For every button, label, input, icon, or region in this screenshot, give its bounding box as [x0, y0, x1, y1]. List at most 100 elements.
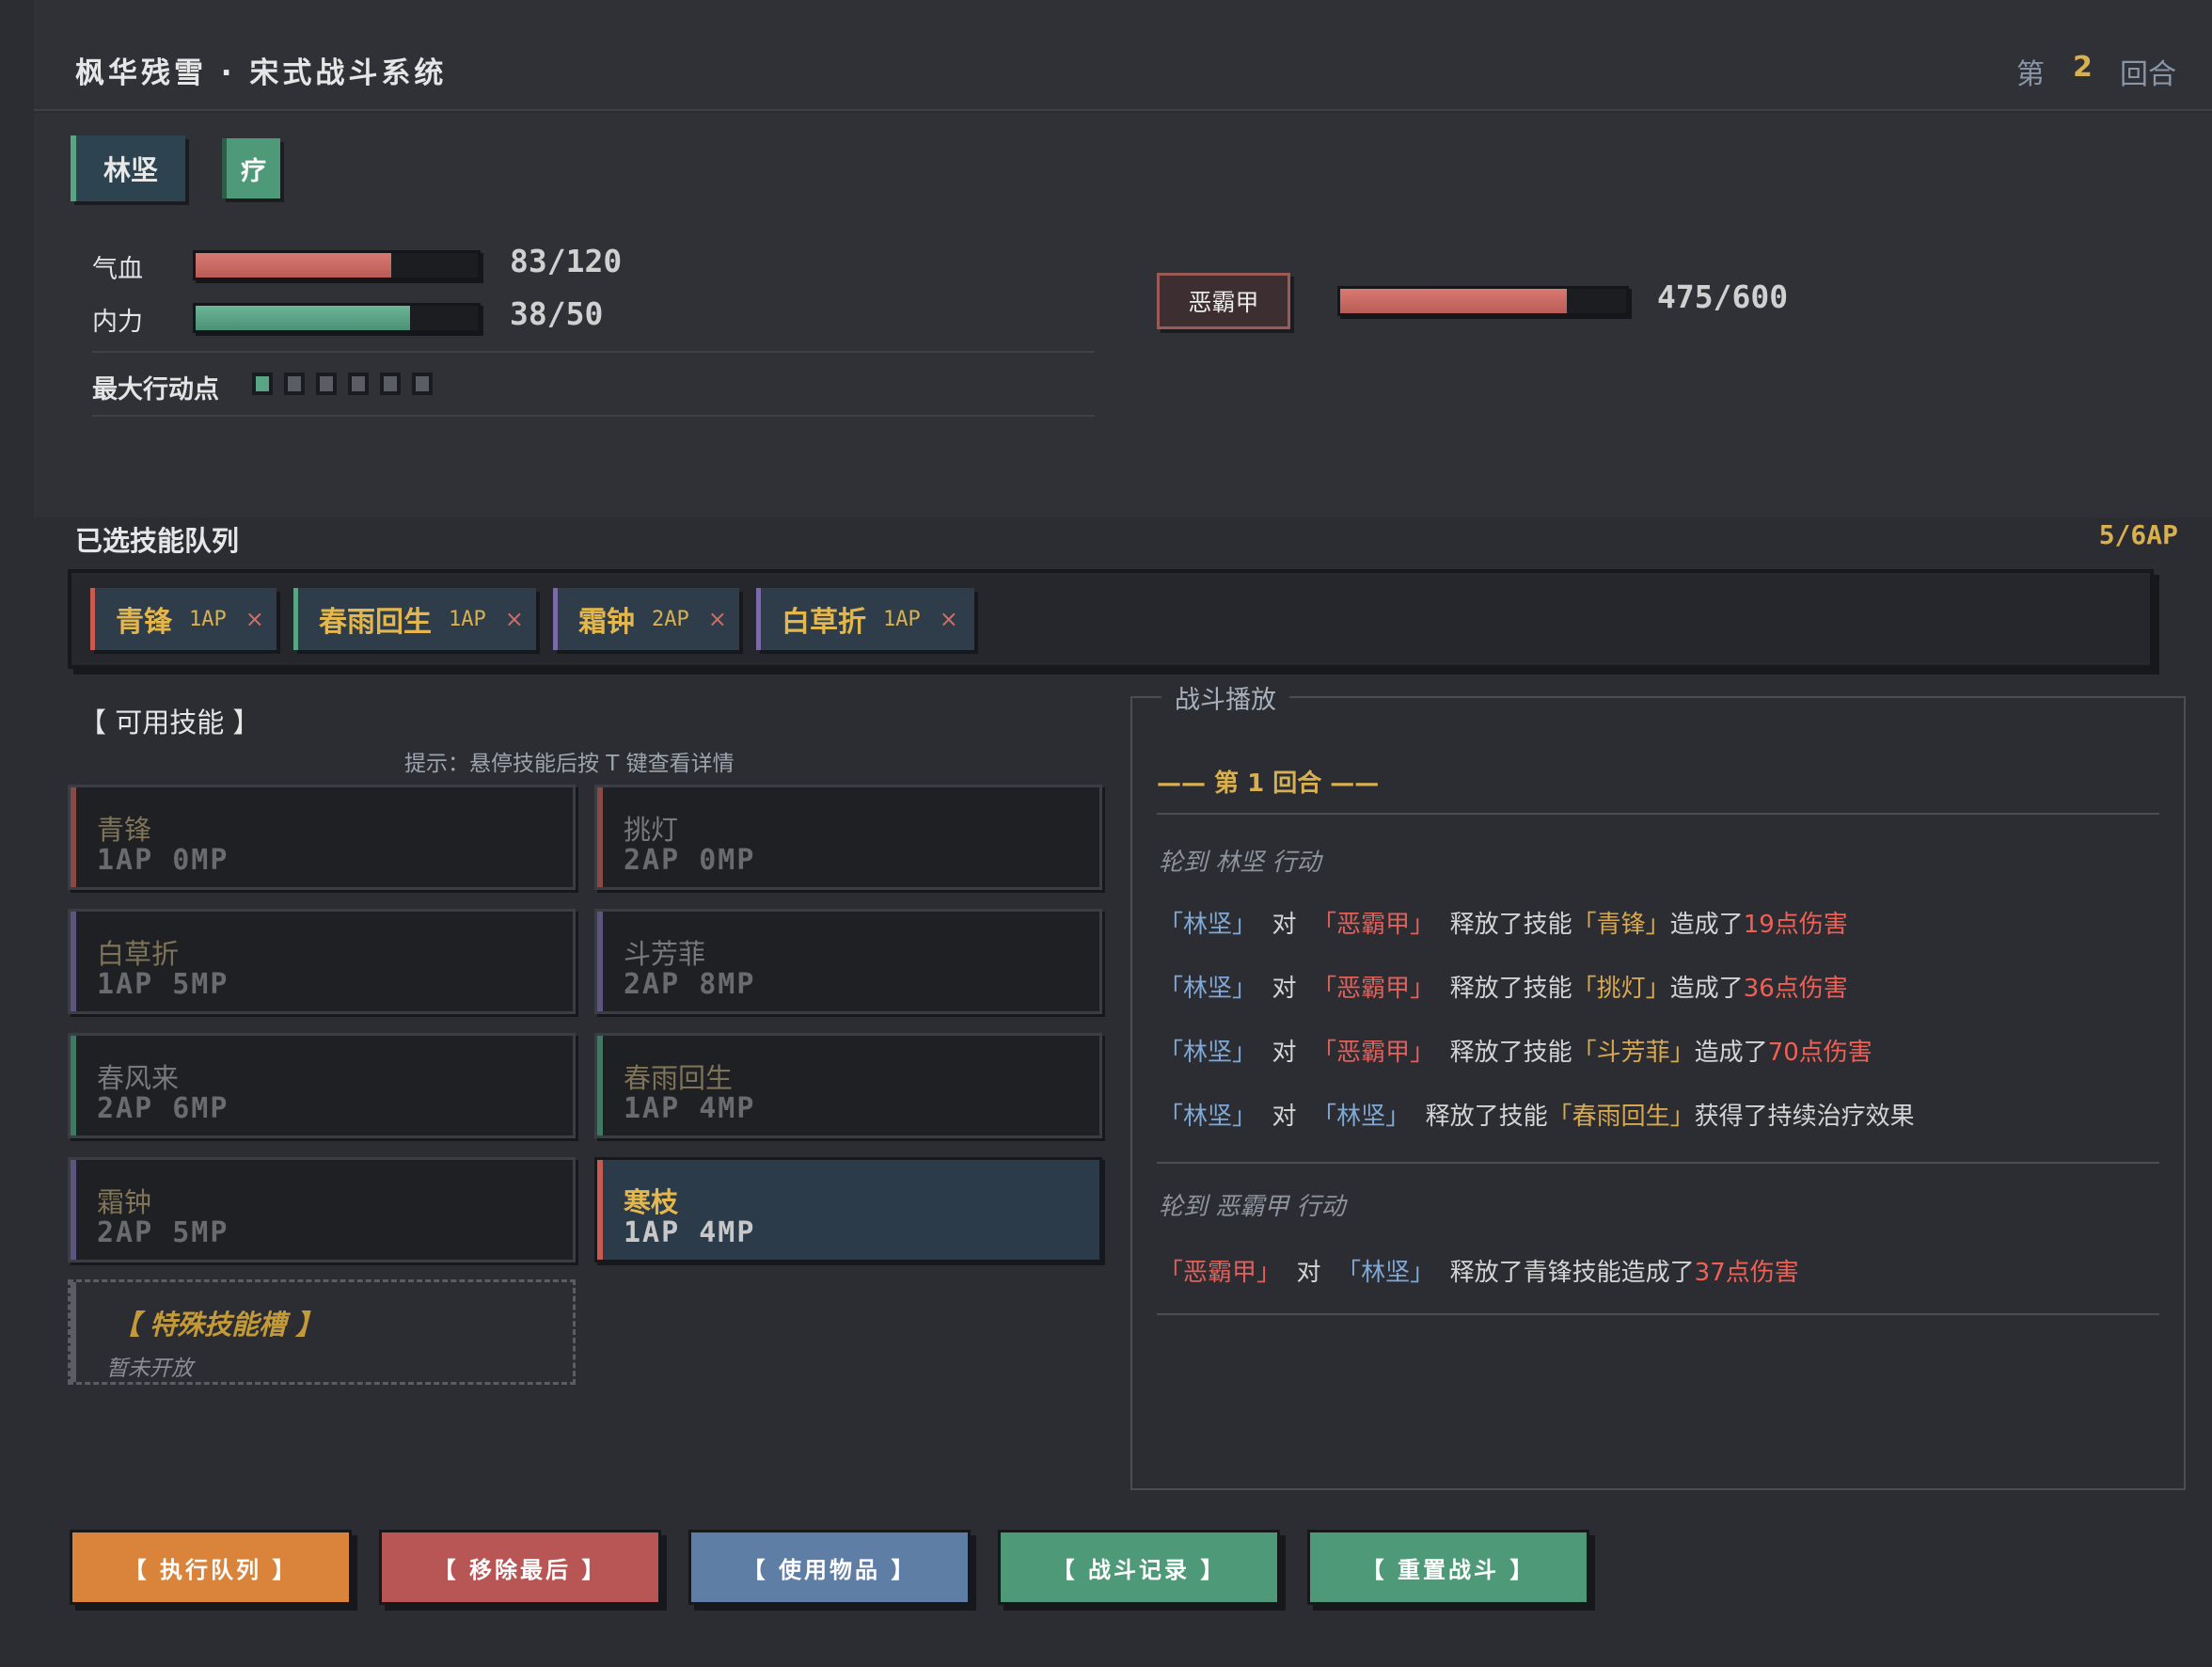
slot-accent [71, 1282, 76, 1382]
skill-accent [597, 1160, 603, 1260]
special-skill-slot: 【 特殊技能槽 】 暂未开放 [68, 1279, 576, 1385]
queue-skill-name: 霜钟 [578, 606, 635, 639]
divider [92, 415, 1095, 417]
skill-card[interactable]: 寒枝 1AP 4MP [594, 1157, 1102, 1262]
log-turn-enemy: 轮到 恶霸甲 行动 [1159, 1193, 1346, 1221]
skill-cost: 1AP 0MP [97, 844, 229, 877]
log-connector: 对 [1296, 1259, 1321, 1287]
log-entry-enemy: 「恶霸甲」 对 「林坚」 释放了青锋技能造成了37点伤害 [1159, 1253, 1799, 1288]
log-actor: 「林坚」 [1159, 1039, 1257, 1067]
skill-card[interactable]: 斗芳菲 2AP 8MP [594, 909, 1102, 1014]
skill-accent [71, 1036, 76, 1135]
hp-bar [193, 250, 481, 280]
log-result: 获得了持续治疗效果 [1694, 1103, 1915, 1131]
log-target: 「林坚」 [1312, 1103, 1411, 1131]
queue-skill-name: 青锋 [116, 606, 172, 639]
round-suffix: 回合 [2120, 58, 2176, 91]
log-result: 造成了 [1694, 1039, 1768, 1067]
remove-icon[interactable]: × [245, 606, 264, 632]
log-damage: 37点伤害 [1694, 1259, 1799, 1287]
skill-cost: 2AP 6MP [97, 1092, 229, 1125]
log-actor: 「恶霸甲」 [1159, 1259, 1282, 1287]
skill-card[interactable]: 春雨回生 1AP 4MP [594, 1033, 1102, 1138]
heal-status-badge[interactable]: 疗 [222, 138, 280, 198]
skill-accent [71, 787, 76, 887]
divider [1157, 1162, 2159, 1164]
use-item-button[interactable]: 【 使用物品 】 [688, 1530, 971, 1605]
skills-hint: 提示：悬停技能后按 T 键查看详情 [404, 752, 735, 776]
round-number: 2 [2073, 51, 2093, 84]
ap-pip [316, 373, 337, 395]
queue-skill-name: 春雨回生 [319, 606, 432, 639]
skill-name: 斗芳菲 [624, 938, 706, 970]
log-connector: 对 [1272, 975, 1297, 1003]
remove-icon[interactable]: × [505, 606, 524, 632]
queue-title: 已选技能队列 [75, 525, 240, 557]
skill-name: 春风来 [97, 1062, 180, 1094]
log-verb: 释放了技能 [1449, 1039, 1572, 1067]
log-target: 「恶霸甲」 [1312, 1039, 1435, 1067]
execute-queue-button[interactable]: 【 执行队列 】 [70, 1530, 352, 1605]
skill-name: 挑灯 [624, 814, 679, 846]
log-verb: 释放了技能 [1449, 975, 1572, 1003]
queue-chip[interactable]: 霜钟 2AP × [553, 588, 739, 650]
log-target: 「林坚」 [1336, 1259, 1435, 1287]
skill-card[interactable]: 春风来 2AP 6MP [68, 1033, 576, 1138]
battle-log-title: 战斗播放 [1161, 679, 1289, 716]
skill-accent [71, 1160, 76, 1260]
queue-chip[interactable]: 青锋 1AP × [90, 588, 276, 650]
queue-skill-ap: 1AP [449, 607, 486, 631]
log-entry: 「林坚」 对 「恶霸甲」 释放了技能「斗芳菲」造成了70点伤害 [1159, 1033, 1872, 1068]
hp-label: 气血 [92, 255, 143, 284]
skill-card[interactable]: 白草折 1AP 5MP [68, 909, 576, 1014]
log-actor: 「林坚」 [1159, 911, 1257, 939]
skill-name: 霜钟 [97, 1186, 152, 1218]
queue-ap-used: 5/6AP [2098, 519, 2178, 550]
mp-bar-fill [196, 306, 410, 330]
queue-skill-ap: 2AP [652, 607, 689, 631]
hp-bar-fill [196, 253, 391, 278]
skill-accent [597, 1036, 603, 1135]
skill-card[interactable]: 青锋 1AP 0MP [68, 785, 576, 890]
remove-icon[interactable]: × [940, 606, 958, 632]
battle-record-button[interactable]: 【 战斗记录 】 [998, 1530, 1280, 1605]
skill-cost: 2AP 5MP [97, 1216, 229, 1249]
remove-icon[interactable]: × [708, 606, 727, 632]
skill-name: 寒枝 [624, 1186, 679, 1218]
log-entry: 「林坚」 对 「林坚」 释放了技能「春雨回生」获得了持续治疗效果 [1159, 1097, 1915, 1132]
skill-card[interactable]: 挑灯 2AP 0MP [594, 785, 1102, 890]
divider [92, 351, 1095, 353]
log-target: 「恶霸甲」 [1312, 975, 1435, 1003]
skill-name: 青锋 [97, 814, 152, 846]
log-entry: 「林坚」 对 「恶霸甲」 释放了技能「挑灯」造成了36点伤害 [1159, 969, 1848, 1004]
log-entry: 「林坚」 对 「恶霸甲」 释放了技能「青锋」造成了19点伤害 [1159, 905, 1848, 940]
queue-skill-name: 白草折 [782, 606, 866, 639]
remove-last-button[interactable]: 【 移除最后 】 [379, 1530, 661, 1605]
enemy-name-tag[interactable]: 恶霸甲 [1157, 273, 1290, 329]
ap-label: 最大行动点 [92, 375, 219, 405]
skill-cost: 1AP 5MP [97, 968, 229, 1001]
player-name-tag[interactable]: 林坚 [71, 135, 185, 201]
queue-chip[interactable]: 春雨回生 1AP × [293, 588, 536, 650]
enemy-hp-bar-fill [1340, 289, 1567, 313]
log-skill: 「春雨回生」 [1547, 1103, 1695, 1131]
special-slot-status: 暂未开放 [106, 1357, 193, 1381]
log-skill: 「青锋」 [1572, 911, 1670, 939]
skill-cost: 1AP 4MP [624, 1092, 756, 1125]
mp-value: 38/50 [510, 295, 604, 332]
log-result: 造成了 [1669, 975, 1744, 1003]
top-bar: 枫华残雪 · 宋式战斗系统 [34, 0, 2212, 111]
log-connector: 对 [1272, 911, 1297, 939]
skill-cost: 2AP 0MP [624, 844, 756, 877]
skill-card[interactable]: 霜钟 2AP 5MP [68, 1157, 576, 1262]
hp-value: 83/120 [510, 243, 623, 279]
reset-battle-button[interactable]: 【 重置战斗 】 [1307, 1530, 1589, 1605]
skill-accent [597, 787, 603, 887]
special-slot-title: 【 特殊技能槽 】 [113, 1309, 324, 1341]
ap-pip [284, 373, 305, 395]
queue-chip[interactable]: 白草折 1AP × [756, 588, 974, 650]
round-prefix: 第 [2016, 58, 2045, 91]
log-verb: 释放了技能 [1449, 911, 1572, 939]
log-actor: 「林坚」 [1159, 1103, 1257, 1131]
log-verb: 释放了青锋技能造成了 [1449, 1259, 1695, 1287]
